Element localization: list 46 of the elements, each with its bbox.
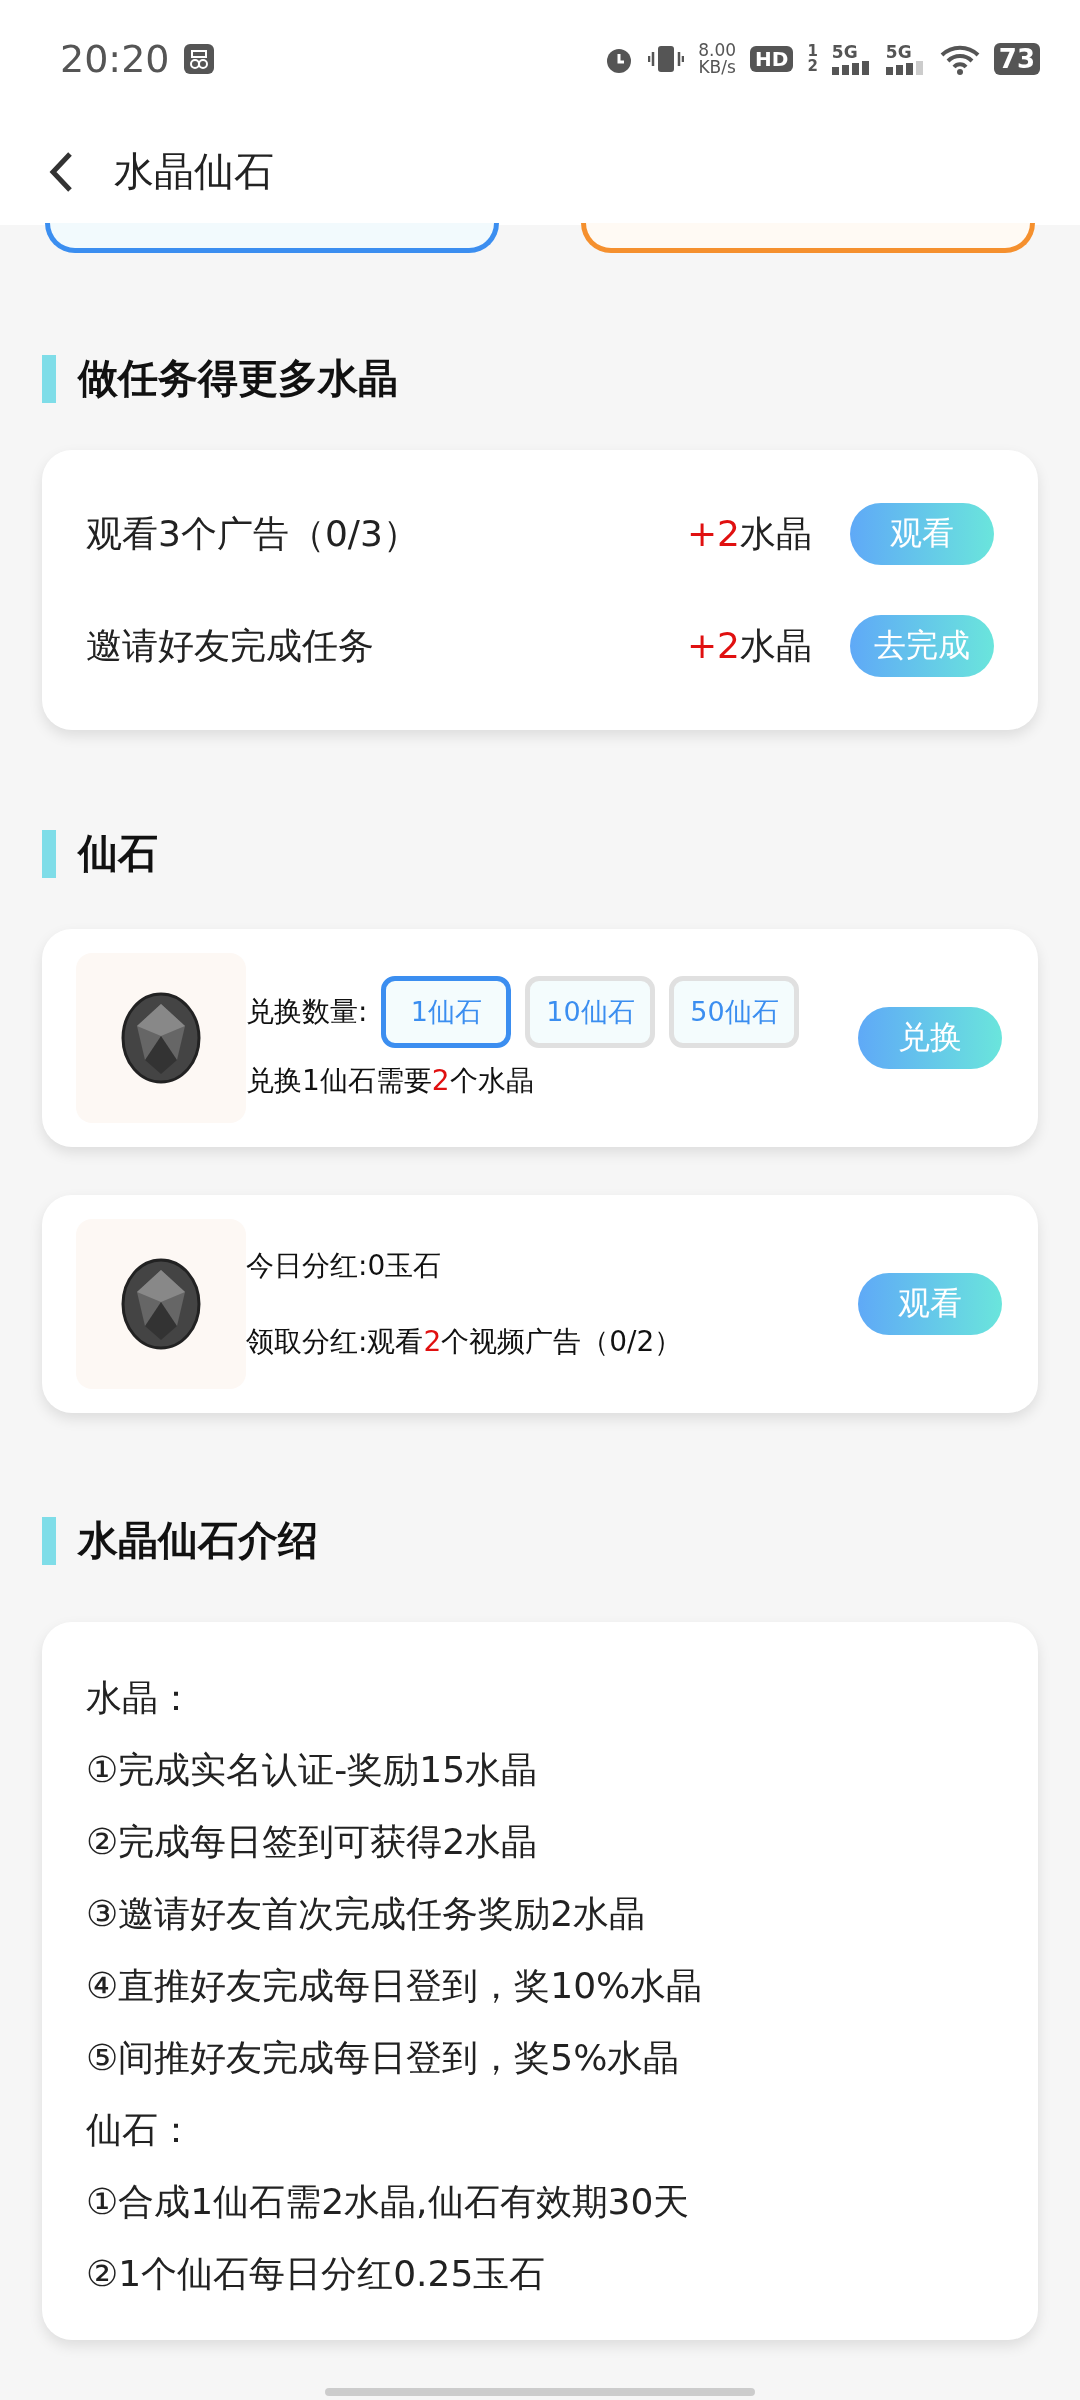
network-speed: 8.00 KB/s <box>698 42 737 76</box>
task-label: 观看3个广告（0/3） <box>86 511 420 556</box>
intro-line: ①完成实名认证-奖励15水晶 <box>86 1748 539 1792</box>
exchange-button[interactable]: 兑换 <box>858 1007 1002 1069</box>
intro-line: ①合成1仙石需2水晶,仙石有效期30天 <box>86 2180 691 2224</box>
watch-button[interactable]: 观看 <box>858 1273 1002 1335</box>
page-title: 水晶仙石 <box>114 147 274 196</box>
quantity-label: 兑换数量: <box>246 994 368 1030</box>
intro-line: ④直推好友完成每日登到，奖10%水晶 <box>86 1964 704 2008</box>
gem-icon <box>119 990 203 1086</box>
back-icon[interactable] <box>48 150 74 193</box>
task-button[interactable]: 观看 <box>850 503 994 565</box>
quantity-option[interactable]: 50仙石 <box>669 976 800 1048</box>
intro-line: ②1个仙石每日分红0.25玉石 <box>86 2252 547 2296</box>
section-marker <box>42 1516 56 1565</box>
battery-level: 73 <box>993 43 1040 75</box>
vibrate-icon <box>648 44 685 74</box>
clock-time: 20:20 <box>60 37 170 81</box>
intro-line: ②完成每日签到可获得2水晶 <box>86 1820 539 1864</box>
section-marker <box>42 829 56 878</box>
dividend-today: 今日分红:0玉石 <box>246 1248 443 1284</box>
reward-text: +2水晶 <box>686 623 812 668</box>
section-title: 仙石 <box>78 829 158 878</box>
hd-badge: HD <box>750 46 794 72</box>
network-type: 5G <box>885 43 912 61</box>
intro-line: ⑤间推好友完成每日登到，奖5%水晶 <box>86 2036 681 2080</box>
exchange-note: 兑换1仙石需要2个水晶 <box>246 1063 535 1099</box>
intro-line: 水晶： <box>86 1676 195 1720</box>
intro-line: 仙石： <box>86 2108 195 2152</box>
screenshot-icon <box>183 44 214 74</box>
signal-icon <box>885 60 926 75</box>
task-button[interactable]: 去完成 <box>850 615 994 677</box>
gem-icon <box>119 1256 203 1352</box>
quantity-option[interactable]: 10仙石 <box>525 976 656 1048</box>
intro-line: ③邀请好友首次完成任务奖励2水晶 <box>86 1892 647 1936</box>
signal-icon <box>831 60 872 75</box>
section-title: 水晶仙石介绍 <box>78 1516 318 1565</box>
quantity-option[interactable]: 1仙石 <box>381 976 512 1048</box>
section-marker <box>42 354 56 403</box>
section-title: 做任务得更多水晶 <box>78 354 398 403</box>
dividend-claim: 领取分红:观看2个视频广告（0/2） <box>246 1324 684 1360</box>
task-label: 邀请好友完成任务 <box>86 623 375 668</box>
reward-text: +2水晶 <box>686 511 812 556</box>
wifi-icon <box>939 43 980 75</box>
sim-slot-label: 1 2 <box>807 44 818 74</box>
network-type: 5G <box>831 43 858 61</box>
